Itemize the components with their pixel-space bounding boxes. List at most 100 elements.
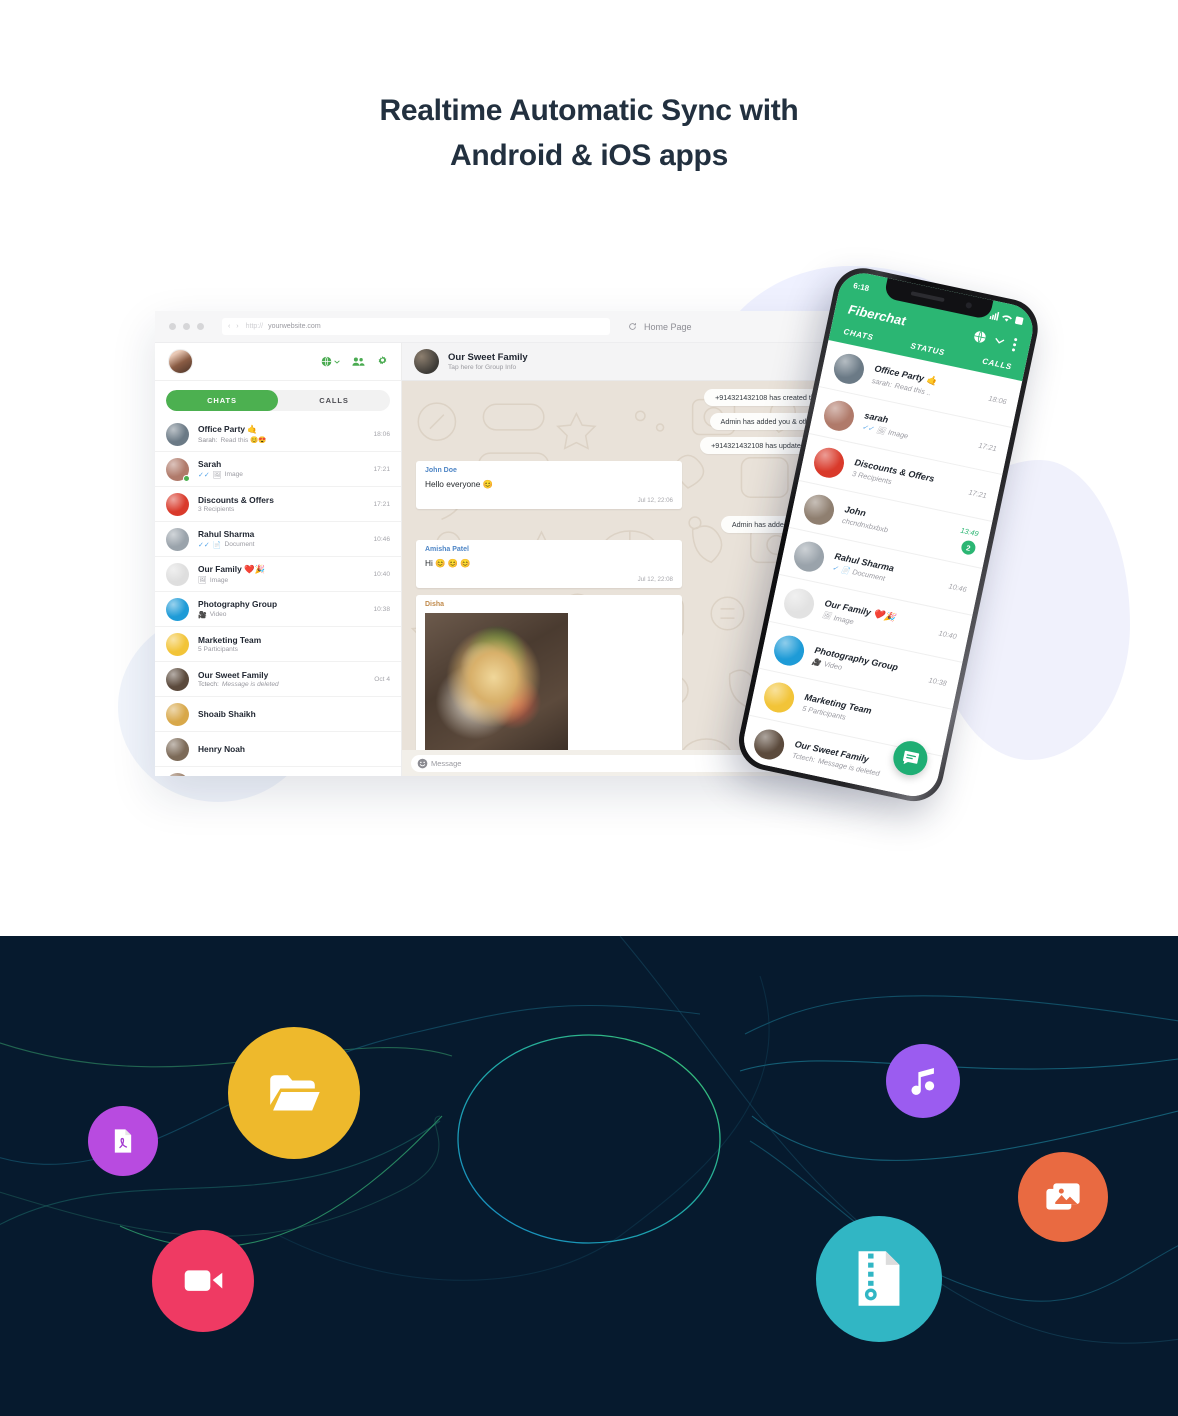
phone-chat-time: 10:46 bbox=[947, 581, 968, 595]
chat-item-title: Our Family ❤️🎉 bbox=[198, 563, 265, 574]
chat-item-body: Discounts & Offers 3 Recipients bbox=[198, 495, 367, 514]
url-scheme: http:// bbox=[245, 323, 264, 330]
folder-icon bbox=[268, 1073, 321, 1113]
chat-item-body: Our Sweet Family Tctech: Message is delete… bbox=[198, 670, 368, 689]
avatar bbox=[166, 422, 189, 446]
online-indicator bbox=[183, 474, 190, 482]
avatar bbox=[166, 737, 189, 761]
headline-line-2: Android & iOS apps bbox=[450, 139, 728, 172]
gear-icon[interactable] bbox=[377, 356, 388, 367]
chat-item-body: Rahul Sharma ✓✓ 📄 Document bbox=[198, 529, 367, 549]
chat-item-title: Marketing Team bbox=[198, 634, 262, 645]
chat-list-item[interactable]: Photography Group 🎥 Video 10:38 bbox=[155, 592, 401, 627]
message-sender-name: Disha bbox=[425, 601, 445, 608]
conversation-avatar[interactable] bbox=[414, 349, 439, 374]
preview-text: Image bbox=[832, 612, 855, 626]
file-type-node-music[interactable] bbox=[886, 1044, 960, 1118]
read-receipt-icon: ✓✓ bbox=[198, 541, 210, 549]
chat-item-time: 10:46 bbox=[373, 535, 390, 543]
browser-toolbar: ‹ › http:// yourwebsite.com Home Page bbox=[155, 311, 867, 343]
chat-item-time: 17:21 bbox=[373, 500, 390, 508]
file-type-node-pdf[interactable] bbox=[88, 1106, 158, 1176]
chat-item-time: 10:40 bbox=[373, 570, 390, 578]
chat-item-body: Shoaib Shaikh bbox=[198, 709, 390, 719]
chat-list-item[interactable]: Marketing Team 5 Participants bbox=[155, 627, 401, 662]
chat-item-time: 10:38 bbox=[373, 605, 390, 613]
phone-chat-meta: 18:06 bbox=[988, 394, 1008, 407]
phone-chat-meta: 17:21 bbox=[978, 441, 998, 454]
chat-item-body: Photography Group 🎥 Video bbox=[198, 599, 367, 619]
chat-list-item[interactable]: Our Family ❤️🎉 🖼 Image 10:40 bbox=[155, 557, 401, 592]
avatar bbox=[761, 679, 797, 715]
status-time: 6:18 bbox=[852, 280, 871, 293]
pdf-file-icon bbox=[109, 1127, 137, 1155]
globe-icon[interactable] bbox=[972, 329, 987, 344]
chat-list-item[interactable]: Sarah ✓✓ 🖼 Image 17:21 bbox=[155, 452, 401, 487]
file-type-node-image[interactable] bbox=[1018, 1152, 1108, 1242]
chat-list: Office Party 🤙 Sarah: Read this 😊😍 18:06 Sar… bbox=[155, 417, 401, 776]
window-traffic-lights[interactable] bbox=[169, 323, 204, 330]
preview-text: 5 Participants bbox=[198, 646, 238, 654]
sidebar-tabs: CHATS CALLS bbox=[166, 390, 390, 411]
message-bubble[interactable]: Amisha Patel Hi 😊 😊 😊 Jul 12, 22:08 bbox=[416, 540, 682, 588]
phone-chat-list: Office Party 🤙 sarah: Read this .. 18:06 sar… bbox=[739, 339, 1023, 801]
phone-chat-meta: 13:49 2 bbox=[956, 526, 979, 556]
address-bar[interactable]: ‹ › http:// yourwebsite.com bbox=[222, 318, 610, 335]
avatar bbox=[166, 457, 190, 482]
people-icon[interactable] bbox=[352, 356, 365, 367]
sidebar-header bbox=[155, 343, 401, 381]
preview-sender: Tctech: bbox=[198, 681, 219, 689]
avatar[interactable] bbox=[168, 349, 193, 374]
chat-item-preview: 5 Participants bbox=[198, 646, 390, 653]
chat-item-body: Office Party 🤙 Sarah: Read this 😊😍 bbox=[198, 424, 367, 445]
file-type-node-video[interactable] bbox=[152, 1230, 254, 1332]
avatar bbox=[166, 632, 189, 656]
message-bubble[interactable]: Disha bbox=[416, 595, 682, 750]
message-bubble[interactable]: John Doe Hello everyone 😊 Jul 12, 22:06 bbox=[416, 461, 682, 509]
chat-list-item[interactable]: Henry Noah bbox=[155, 732, 401, 767]
globe-icon[interactable] bbox=[321, 356, 340, 367]
phone-chat-time: 17:21 bbox=[967, 487, 988, 501]
chat-list-item[interactable]: Discounts & Offers 3 Recipients 17:21 bbox=[155, 487, 401, 522]
chat-list-item[interactable]: Office Party 🤙 Sarah: Read this 😊😍 18:06 bbox=[155, 417, 401, 452]
chat-item-time: Oct 4 bbox=[374, 675, 390, 683]
chat-list-item[interactable]: Rahul Sharma ✓✓ 📄 Document 10:46 bbox=[155, 522, 401, 557]
page-title: Realtime Automatic Sync with Android & i… bbox=[0, 88, 1178, 178]
chat-item-title: Sarah bbox=[198, 459, 222, 470]
preview-text: Message is deleted bbox=[221, 681, 279, 689]
hero-section: Realtime Automatic Sync with Android & i… bbox=[0, 0, 1178, 936]
sidebar-actions bbox=[321, 356, 388, 367]
preview-text: Video bbox=[209, 611, 227, 619]
chat-item-preview: Sarah: Read this 😊😍 bbox=[198, 436, 367, 445]
message-time: Jul 12, 22:06 bbox=[637, 497, 673, 504]
tab-chats[interactable]: CHATS bbox=[166, 390, 278, 411]
home-page-link[interactable]: Home Page bbox=[628, 322, 692, 332]
chevron-down-icon[interactable] bbox=[334, 359, 340, 365]
file-type-node-folder[interactable] bbox=[228, 1027, 360, 1159]
preview-sender: sarah: bbox=[871, 375, 893, 389]
home-page-label[interactable]: Home Page bbox=[644, 322, 692, 332]
preview-sender: Sarah: bbox=[198, 436, 218, 444]
preview-text: Image bbox=[224, 471, 243, 479]
chevron-down-icon[interactable] bbox=[993, 336, 1005, 345]
message-photo[interactable] bbox=[425, 613, 568, 750]
read-receipt-icon: ✓✓ bbox=[861, 423, 875, 433]
nav-arrows-icon[interactable]: ‹ › bbox=[228, 323, 241, 330]
file-type-node-zip[interactable] bbox=[816, 1216, 942, 1342]
image-icon: 🖼 bbox=[821, 611, 832, 621]
emoji-icon[interactable] bbox=[417, 758, 428, 769]
more-vertical-icon[interactable] bbox=[1011, 337, 1018, 352]
conversation-title: Our Sweet Family bbox=[448, 352, 528, 363]
reload-icon[interactable] bbox=[628, 322, 637, 331]
conversation-subtitle[interactable]: Tap here for Group Info bbox=[448, 364, 528, 371]
chat-item-body: Sarah ✓✓ 🖼 Image bbox=[198, 459, 367, 479]
chat-list-item[interactable]: Shoaib Shaikh bbox=[155, 697, 401, 732]
avatar bbox=[166, 597, 189, 621]
phone-chat-time: 18:06 bbox=[987, 393, 1008, 407]
tab-calls[interactable]: CALLS bbox=[278, 390, 390, 411]
chat-list-item[interactable]: John bbox=[155, 767, 401, 776]
chat-list-item[interactable]: Our Sweet Family Tctech: Message is delete… bbox=[155, 662, 401, 697]
chat-item-title: Our Sweet Family bbox=[198, 669, 269, 680]
image-icon: 🖼 bbox=[198, 577, 207, 585]
image-icon bbox=[1045, 1182, 1081, 1212]
